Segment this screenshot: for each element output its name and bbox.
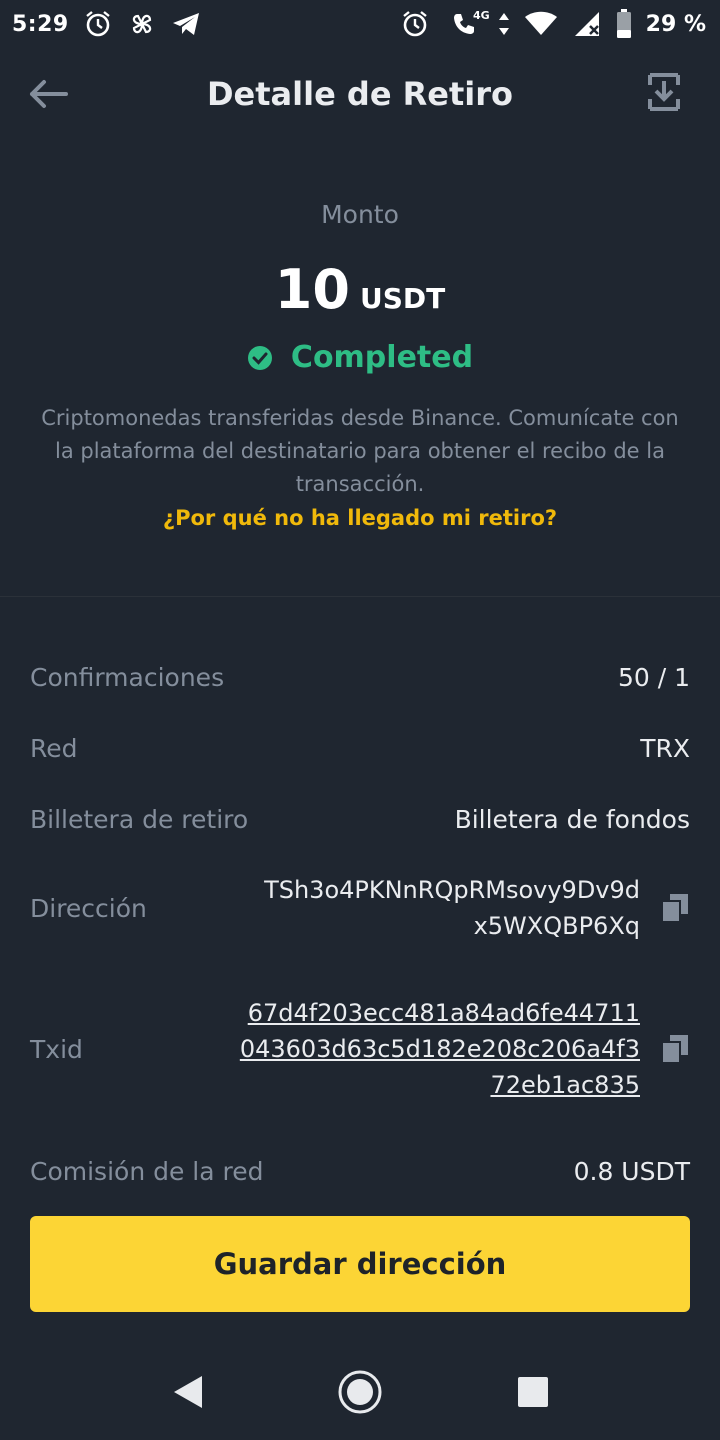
divider <box>0 596 720 597</box>
battery-icon <box>616 9 632 39</box>
address-line-1: TSh3o4PKNnRQpRMsovy9Dv9d <box>264 876 640 904</box>
wallet-label: Billetera de retiro <box>30 804 249 834</box>
address-value-group: TSh3o4PKNnRQpRMsovy9Dv9d x5WXQBP6Xq <box>264 872 690 944</box>
txid-link[interactable]: 67d4f203ecc481a84ad6fe44711 043603d63c5d… <box>240 995 640 1103</box>
status-bar: 5:29 4G 29 % <box>0 0 720 48</box>
txid-line-3: 72eb1ac835 <box>490 1071 640 1099</box>
header: Detalle de Retiro <box>0 56 720 132</box>
nav-back-button[interactable] <box>157 1362 217 1422</box>
navigation-bar <box>0 1344 720 1440</box>
fee-value: 0.8 USDT <box>573 1156 690 1186</box>
row-address: Dirección TSh3o4PKNnRQpRMsovy9Dv9d x5WXQ… <box>30 870 690 946</box>
arrow-left-icon <box>30 80 68 108</box>
address-label: Dirección <box>30 893 147 923</box>
status-time: 5:29 <box>12 11 69 37</box>
home-icon <box>338 1370 382 1414</box>
txid-value-group: 67d4f203ecc481a84ad6fe44711 043603d63c5d… <box>240 995 690 1103</box>
confirmations-value: 50 / 1 <box>617 662 690 692</box>
status-right: 4G 29 % <box>400 9 706 39</box>
download-icon <box>648 73 680 111</box>
alarm-icon <box>400 9 430 39</box>
alarm-icon <box>83 9 113 39</box>
recents-icon <box>518 1377 549 1407</box>
data-arrows-icon <box>498 9 510 39</box>
pinwheel-icon <box>127 9 157 39</box>
help-link[interactable]: ¿Por qué no ha llegado mi retiro? <box>0 506 720 530</box>
network-label: Red <box>30 733 78 763</box>
wifi-icon <box>524 9 558 39</box>
description-text: Criptomonedas transferidas desde Binance… <box>41 406 679 496</box>
download-button[interactable] <box>646 72 682 112</box>
copy-address-icon[interactable] <box>660 893 690 923</box>
row-confirmations: Confirmaciones 50 / 1 <box>30 656 690 698</box>
row-wallet: Billetera de retiro Billetera de fondos <box>30 798 690 840</box>
status-badge: Completed <box>290 340 474 375</box>
battery-percent: 29 % <box>645 11 706 37</box>
page-title: Detalle de Retiro <box>206 75 514 113</box>
save-address-button[interactable]: Guardar dirección <box>30 1216 690 1312</box>
row-network: Red TRX <box>30 727 690 769</box>
back-icon <box>173 1376 202 1408</box>
amount-row: 10 USDT <box>0 258 720 321</box>
network-label: 4G <box>472 9 490 22</box>
amount-value: 10 <box>274 258 350 321</box>
signal-icon <box>572 9 602 39</box>
txid-line-1: 67d4f203ecc481a84ad6fe44711 <box>247 999 640 1027</box>
txid-line-2: 043603d63c5d182e208c206a4f3 <box>239 1035 640 1063</box>
address-value: TSh3o4PKNnRQpRMsovy9Dv9d x5WXQBP6Xq <box>264 872 640 944</box>
network-value: TRX <box>640 733 690 763</box>
txid-label: Txid <box>30 1034 83 1064</box>
nav-home-button[interactable] <box>330 1362 390 1422</box>
check-circle-icon <box>247 345 273 371</box>
nav-recents-button[interactable] <box>503 1362 563 1422</box>
address-line-2: x5WXQBP6Xq <box>473 912 640 940</box>
copy-txid-icon[interactable] <box>660 1034 690 1064</box>
row-fee: Comisión de la red 0.8 USDT <box>30 1150 690 1192</box>
row-txid: Txid 67d4f203ecc481a84ad6fe44711 043603d… <box>30 993 690 1105</box>
wifi-calling-icon: 4G <box>444 9 490 39</box>
wallet-value: Billetera de fondos <box>454 804 690 834</box>
amount-unit: USDT <box>359 282 446 315</box>
status-left: 5:29 <box>12 9 201 39</box>
status-row: Completed <box>0 340 720 375</box>
confirmations-label: Confirmaciones <box>30 662 225 692</box>
back-button[interactable] <box>26 74 70 114</box>
fee-label: Comisión de la red <box>30 1156 264 1186</box>
amount-label: Monto <box>321 200 399 229</box>
telegram-icon <box>171 9 201 39</box>
